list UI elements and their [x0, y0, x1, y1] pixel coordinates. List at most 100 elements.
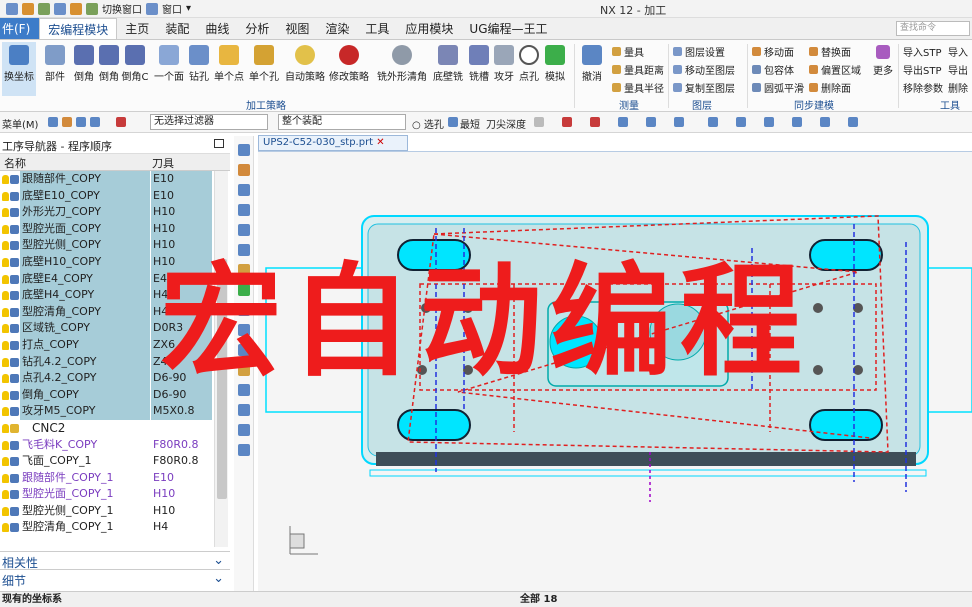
undo-icon[interactable]	[22, 2, 34, 15]
drill-button[interactable]: 钻孔	[182, 42, 216, 96]
move-to-layer-item[interactable]: 移动至图层	[673, 62, 735, 77]
offset-region-item[interactable]: 偏置区域	[809, 62, 861, 77]
operation-row[interactable]: 跟随部件_COPY E10	[0, 171, 214, 188]
view-icon[interactable]	[708, 117, 718, 127]
select-icon[interactable]	[48, 117, 58, 127]
more-button[interactable]: 更多	[866, 42, 900, 96]
paste-icon[interactable]	[70, 2, 82, 15]
delete-face-item[interactable]: 删除面	[809, 80, 851, 95]
select-hole-radio[interactable]: ○ 选孔	[412, 116, 444, 131]
contour-cleanup-button[interactable]: 铣外形清角	[377, 42, 427, 96]
snap-icon[interactable]	[590, 117, 600, 127]
measure-item[interactable]: 量具	[612, 44, 644, 59]
view-icon[interactable]	[792, 117, 802, 127]
switch-window-button[interactable]: 切换窗口	[102, 1, 142, 16]
copy-icon[interactable]	[54, 2, 66, 15]
snap-icon[interactable]	[618, 117, 628, 127]
operation-row[interactable]: 飞毛料K_COPY F80R0.8	[0, 436, 214, 454]
document-tab[interactable]: UPS2-C52-030_stp.prt ✕	[258, 135, 408, 151]
tab-applications[interactable]: 应用模块	[397, 18, 461, 39]
tab-macro-programming[interactable]: 宏编程模块	[39, 18, 118, 39]
switch-window-icon[interactable]	[86, 2, 98, 15]
operation-row[interactable]: 型腔光面_COPY_1 H10	[0, 486, 214, 503]
snap-icon[interactable]	[562, 117, 572, 127]
details-panel[interactable]: 细节 ⌄	[0, 569, 230, 588]
tab-curve[interactable]: 曲线	[197, 18, 237, 39]
replace-face-item[interactable]: 替换面	[809, 44, 851, 59]
shortest-option[interactable]: 最短	[460, 116, 480, 131]
chevron-down-icon[interactable]: ⌄	[213, 553, 224, 568]
delete-item[interactable]: 删除	[948, 80, 968, 95]
tab-analysis[interactable]: 分析	[237, 18, 277, 39]
redo-icon[interactable]	[38, 2, 50, 15]
tab-tools[interactable]: 工具	[357, 18, 397, 39]
navigator-icon[interactable]	[238, 204, 250, 216]
chevron-down-icon[interactable]: ▾	[186, 3, 191, 14]
view-icon[interactable]	[820, 117, 830, 127]
save-icon[interactable]	[6, 2, 18, 15]
maximize-icon[interactable]	[214, 139, 224, 148]
select-icon[interactable]	[62, 117, 72, 127]
snap-icon[interactable]	[534, 117, 544, 127]
undo-button[interactable]: 撤消	[575, 42, 609, 96]
layer-settings-item[interactable]: 图层设置	[673, 44, 725, 59]
single-hole-button[interactable]: 单个孔	[247, 42, 281, 96]
navigator-icon[interactable]	[238, 404, 250, 416]
view-icon[interactable]	[764, 117, 774, 127]
remove-params-item[interactable]: 移除参数	[903, 80, 943, 95]
select-icon[interactable]	[90, 117, 100, 127]
navigator-icon[interactable]	[238, 164, 250, 176]
view-icon[interactable]	[848, 117, 858, 127]
snap-icon[interactable]	[674, 117, 684, 127]
menu-button[interactable]: 菜单(M)	[2, 116, 38, 131]
auto-strategy-button[interactable]: 自动策略	[285, 42, 325, 96]
navigator-icon[interactable]	[238, 444, 250, 456]
column-tool[interactable]: 刀具	[152, 155, 174, 171]
operation-row[interactable]: 飞面_COPY_1 F80R0.8	[0, 453, 214, 470]
operation-row[interactable]: 型腔光面_COPY H10	[0, 220, 214, 238]
export-item[interactable]: 导出	[948, 62, 968, 77]
chamfer-c-button[interactable]: 倒角C	[118, 42, 152, 96]
select-icon[interactable]	[76, 117, 86, 127]
column-name[interactable]: 名称	[4, 155, 26, 171]
operation-row[interactable]: 型腔清角_COPY_1 H4	[0, 519, 214, 537]
tab-file[interactable]: 件(F)	[0, 18, 40, 39]
view-icon[interactable]	[736, 117, 746, 127]
move-face-item[interactable]: 移动面	[752, 44, 794, 59]
command-search-input[interactable]: 查找命令	[896, 21, 970, 36]
operation-row[interactable]: 跟随部件_COPY_1 E10	[0, 469, 214, 487]
navigator-icon[interactable]	[238, 144, 250, 156]
shortest-icon[interactable]	[448, 117, 458, 127]
navigator-icon[interactable]	[238, 224, 250, 236]
measure-distance-item[interactable]: 量具距离	[612, 62, 664, 77]
import-item[interactable]: 导入	[948, 44, 968, 59]
arc-smooth-item[interactable]: 圆弧平滑	[752, 80, 804, 95]
close-icon[interactable]: ✕	[376, 137, 384, 148]
window-menu-button[interactable]: 窗口	[162, 1, 182, 16]
type-filter-select[interactable]: 无选择过滤器	[150, 114, 268, 130]
modify-strategy-button[interactable]: 修改策略	[329, 42, 369, 96]
export-stp-item[interactable]: 导出STP	[903, 62, 942, 77]
tool-tip-depth-option[interactable]: 刀尖深度	[486, 116, 526, 131]
snap-icon[interactable]	[646, 117, 656, 127]
tab-view[interactable]: 视图	[277, 18, 317, 39]
navigator-icon[interactable]	[238, 184, 250, 196]
operation-row[interactable]: 攻牙M5_COPY M5X0.8	[0, 403, 214, 420]
floor-wall-button[interactable]: 底壁铣	[431, 42, 465, 96]
bounding-body-item[interactable]: 包容体	[752, 62, 794, 77]
copy-to-layer-item[interactable]: 复制至图层	[673, 80, 735, 95]
tab-home[interactable]: 主页	[117, 18, 157, 39]
tab-ug-programming[interactable]: UG编程—王工	[461, 18, 555, 39]
tab-assembly[interactable]: 装配	[157, 18, 197, 39]
operation-row[interactable]: 型腔光侧_COPY_1 H10	[0, 502, 214, 520]
assembly-scope-select[interactable]: 整个装配	[278, 114, 406, 130]
program-group-row[interactable]: CNC2	[0, 419, 214, 437]
import-stp-item[interactable]: 导入STP	[903, 44, 942, 59]
single-face-button[interactable]: 一个面	[152, 42, 186, 96]
operation-row[interactable]: 外形光刀_COPY H10	[0, 204, 214, 221]
chevron-down-icon[interactable]: ⌄	[213, 571, 224, 586]
single-point-button[interactable]: 单个点	[212, 42, 246, 96]
dependencies-panel[interactable]: 相关性 ⌄	[0, 551, 230, 570]
change-csys-button[interactable]: 换坐标	[2, 42, 36, 96]
window-icon[interactable]	[146, 2, 158, 15]
